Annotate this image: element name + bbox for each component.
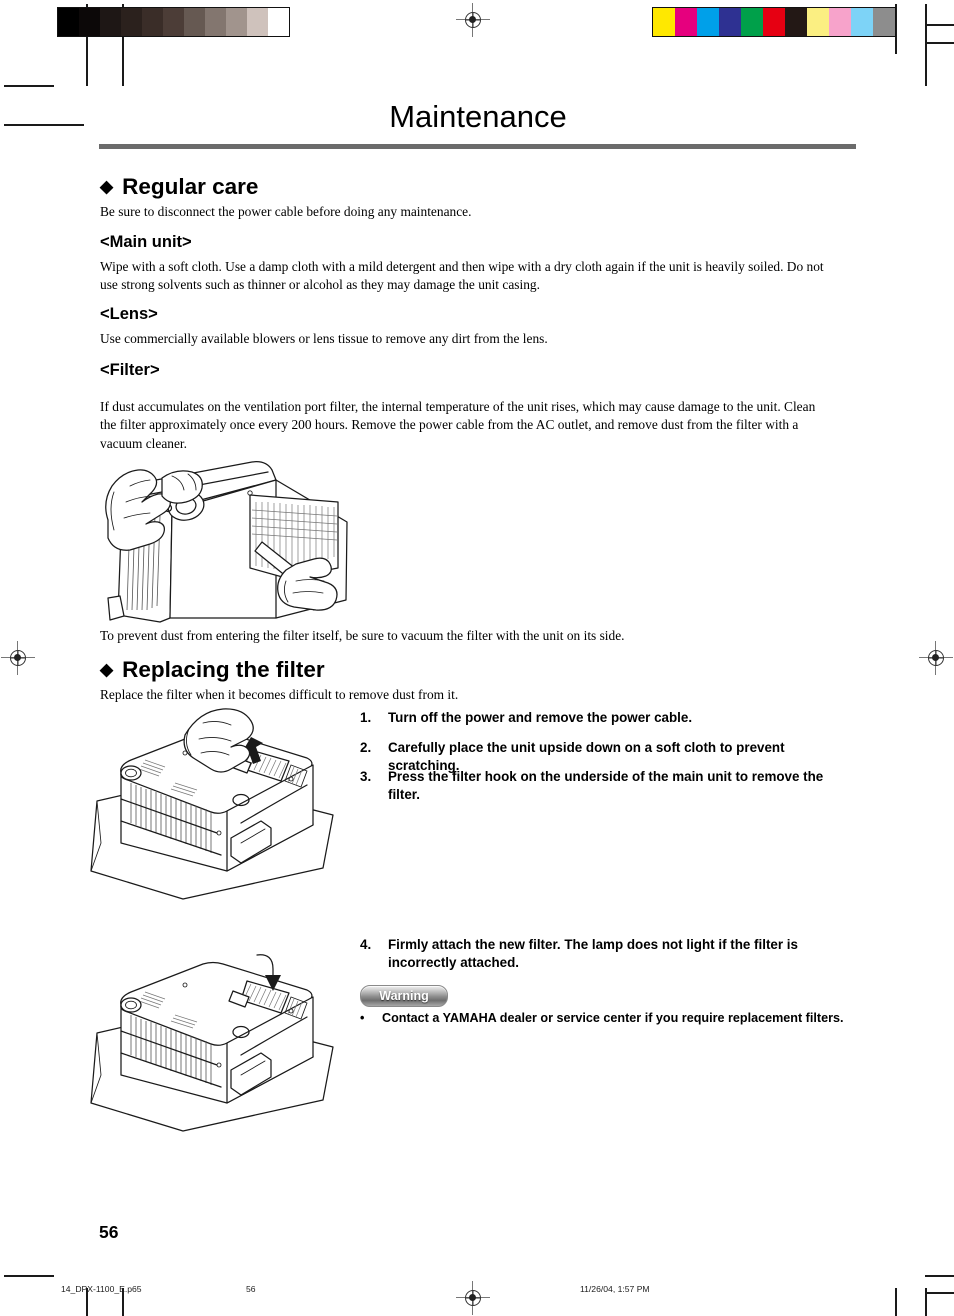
step-1: 1. Turn off the power and remove the pow…	[360, 709, 858, 727]
step-4-text: Firmly attach the new filter. The lamp d…	[388, 937, 798, 970]
filter-text: If dust accumulates on the ventilation p…	[100, 399, 816, 451]
subheading-main-unit: <Main unit>	[100, 233, 192, 251]
diamond-bullet-icon: ◆	[100, 177, 114, 196]
manual-page: Maintenance ◆ Regular care Be sure to dis…	[0, 0, 954, 1316]
replacing-filter-intro-text: Replace the filter when it becomes diffi…	[100, 687, 459, 702]
page-title: Maintenance	[389, 99, 567, 134]
warning-badge: Warning	[360, 985, 448, 1007]
warning-list-item: • Contact a YAMAHA dealer or service cen…	[360, 1010, 860, 1026]
section-heading-replacing-filter-label: Replacing the filter	[122, 657, 325, 682]
step-3-text: Press the filter hook on the underside o…	[388, 769, 824, 802]
section-heading-replacing-filter: ◆ Replacing the filter	[100, 657, 325, 683]
title-divider-rule	[99, 144, 856, 149]
figure-vacuum-filter	[100, 450, 365, 625]
subheading-filter: <Filter>	[100, 361, 160, 379]
slug-filename: 14_DPX-1100_E.p65	[61, 1284, 142, 1294]
section-heading-regular-care-label: Regular care	[122, 174, 259, 199]
figure-unit-upside-down-remove	[75, 703, 360, 903]
figure-unit-upside-down-attach	[75, 935, 360, 1135]
slug-page-number: 56	[246, 1284, 256, 1294]
slug-timestamp: 11/26/04, 1:57 PM	[580, 1284, 650, 1294]
step-4: 4. Firmly attach the new filter. The lam…	[360, 936, 800, 971]
step-3-number: 3.	[360, 769, 372, 784]
step-1-text: Turn off the power and remove the power …	[388, 710, 693, 725]
subheading-lens: <Lens>	[100, 305, 158, 323]
page-number: 56	[99, 1222, 119, 1242]
regular-care-intro-text: Be sure to disconnect the power cable be…	[100, 204, 472, 219]
main-unit-text: Wipe with a soft cloth. Use a damp cloth…	[100, 259, 824, 293]
step-2-number: 2.	[360, 740, 372, 755]
vacuum-figure-caption: To prevent dust from entering the filter…	[100, 628, 625, 643]
step-4-number: 4.	[360, 937, 372, 952]
step-3: 3. Press the filter hook on the undersid…	[360, 768, 858, 803]
warning-bullet-icon: •	[360, 1011, 365, 1025]
section-heading-regular-care: ◆ Regular care	[100, 174, 258, 200]
diamond-bullet-icon-2: ◆	[100, 660, 114, 679]
step-1-number: 1.	[360, 710, 372, 725]
warning-badge-label: Warning	[379, 989, 429, 1003]
warning-text: Contact a YAMAHA dealer or service cente…	[382, 1011, 844, 1025]
lens-text: Use commercially available blowers or le…	[100, 331, 548, 346]
